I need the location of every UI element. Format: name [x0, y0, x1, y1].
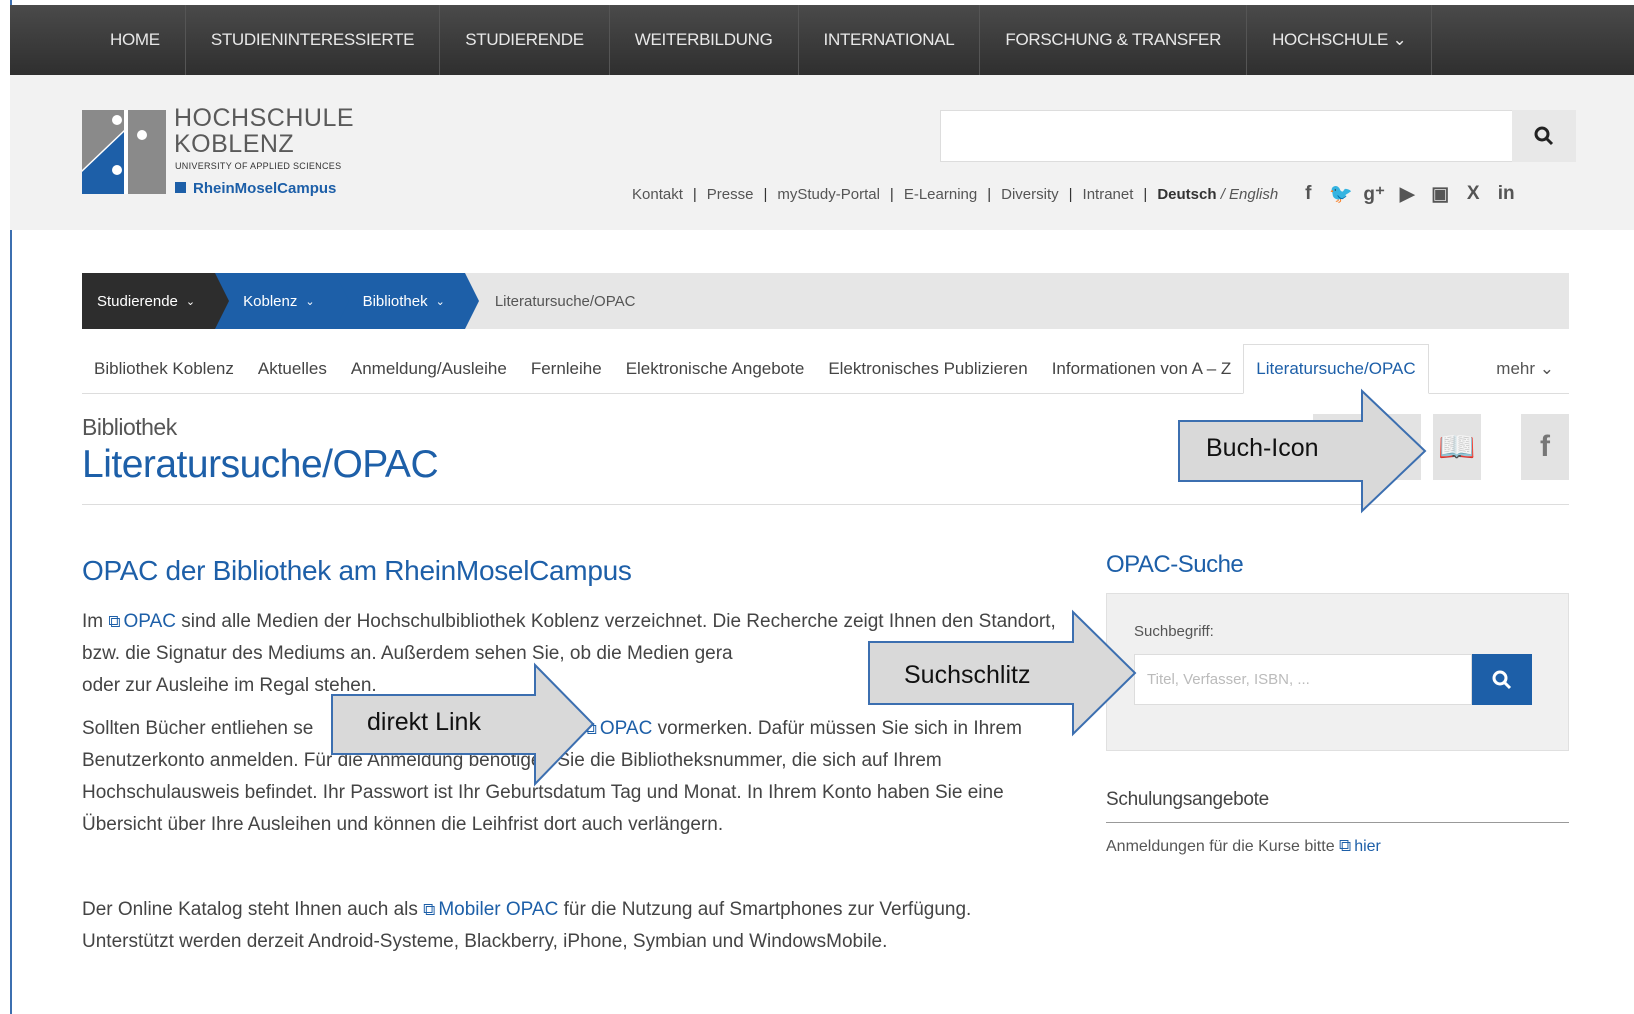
book-icon[interactable]: 📖 [1433, 414, 1481, 480]
util-elearning[interactable]: E-Learning [904, 186, 977, 203]
site-search-button[interactable] [1512, 110, 1576, 162]
training-link[interactable]: hier [1339, 838, 1381, 855]
twitter-icon[interactable]: 🐦 [1329, 183, 1353, 205]
util-separator: | [692, 185, 697, 203]
training-text: Anmeldungen für die Kurse bitte hier [1106, 836, 1381, 856]
breadcrumb-koblenz[interactable]: Koblenz ⌄ [215, 273, 350, 329]
breadcrumb-studierende-label: Studierende [97, 292, 178, 310]
util-intranet[interactable]: Intranet [1083, 186, 1134, 203]
nav-home[interactable]: HOME [85, 5, 186, 75]
subnav-more-label: mehr [1496, 359, 1536, 378]
social-links: f 🐦 g⁺ ▶ ▣ X in [1296, 183, 1518, 205]
nav-studierende[interactable]: STUDIERENDE [440, 5, 610, 75]
chevron-down-icon: ⌄ [305, 295, 315, 308]
search-icon [1534, 126, 1554, 146]
opac-link-1[interactable]: OPAC [108, 611, 176, 632]
youtube-icon[interactable]: ▶ [1395, 183, 1419, 205]
nav-hochschule-label: HOCHSCHULE [1272, 30, 1389, 49]
lang-separator: / [1220, 185, 1225, 203]
divider [1106, 822, 1569, 823]
subnav-informationen[interactable]: Informationen von A – Z [1040, 359, 1244, 379]
chevron-down-icon: ⌄ [1392, 30, 1407, 49]
util-separator: | [889, 185, 894, 203]
subnav-elektronisches-publizieren[interactable]: Elektronisches Publizieren [816, 359, 1039, 379]
callout-book-label: Buch-Icon [1206, 434, 1319, 462]
util-separator: | [763, 185, 768, 203]
breadcrumb: Studierende ⌄ Koblenz ⌄ Bibliothek ⌄ Litera… [82, 273, 1569, 329]
subnav-bibliothek-koblenz[interactable]: Bibliothek Koblenz [82, 359, 246, 379]
logo-line4: RheinMoselCampus [175, 180, 336, 197]
p1-text-a: Im [82, 611, 104, 632]
sidebar-heading: OPAC-Suche [1106, 551, 1244, 578]
chevron-down-icon: ⌄ [435, 295, 445, 308]
subnav-anmeldung[interactable]: Anmeldung/Ausleihe [339, 359, 519, 379]
xing-icon[interactable]: X [1461, 183, 1485, 205]
top-navigation: HOME STUDIENINTERESSIERTE STUDIERENDE WE… [10, 5, 1634, 75]
util-separator: | [1068, 185, 1073, 203]
content-heading: OPAC der Bibliothek am RheinMoselCampus [82, 555, 632, 586]
logo-line3: UNIVERSITY OF APPLIED SCIENCES [175, 161, 342, 171]
util-separator: | [1143, 185, 1148, 203]
subnav-aktuelles[interactable]: Aktuelles [246, 359, 339, 379]
facebook-share-icon[interactable]: f [1521, 414, 1569, 480]
page-title: Literatursuche/OPAC [82, 443, 439, 486]
util-mystudy[interactable]: myStudy-Portal [777, 186, 880, 203]
breadcrumb-bibliothek[interactable]: Bibliothek ⌄ [334, 273, 480, 329]
util-kontakt[interactable]: Kontakt [632, 186, 683, 203]
lang-deutsch[interactable]: Deutsch [1157, 186, 1216, 203]
util-separator: | [987, 185, 992, 203]
site-search-input[interactable] [940, 110, 1515, 162]
subnav-fernleihe[interactable]: Fernleihe [519, 359, 614, 379]
nav-international[interactable]: INTERNATIONAL [799, 5, 981, 75]
opac-search-button[interactable] [1472, 654, 1532, 705]
google-plus-icon[interactable]: g⁺ [1362, 183, 1386, 205]
callout-search-label: Suchschlitz [904, 661, 1031, 689]
facebook-icon[interactable]: f [1296, 183, 1320, 205]
training-heading: Schulungsangebote [1106, 789, 1269, 810]
opac-search-input[interactable]: Titel, Verfasser, ISBN, ... [1134, 654, 1472, 705]
nav-weiterbildung[interactable]: WEITERBILDUNG [610, 5, 799, 75]
logo-line1: HOCHSCHULE [174, 104, 355, 132]
p2-text-a: Sollten Bücher entliehen se [82, 718, 314, 739]
instagram-icon[interactable]: ▣ [1428, 183, 1452, 205]
nav-forschung-transfer[interactable]: FORSCHUNG & TRANSFER [980, 5, 1248, 75]
search-label: Suchbegriff: [1134, 623, 1214, 640]
linkedin-icon[interactable]: in [1494, 183, 1518, 205]
utility-links: Kontakt | Presse | myStudy-Portal | E-Learn… [632, 183, 1518, 205]
util-diversity[interactable]: Diversity [1001, 186, 1059, 203]
subnav-more[interactable]: mehr ⌄ [1496, 359, 1554, 379]
section-subnav: Bibliothek Koblenz Aktuelles Anmeldung/A… [82, 344, 1569, 394]
util-presse[interactable]: Presse [707, 186, 754, 203]
logo-line2: KOBLENZ [174, 130, 295, 158]
breadcrumb-current: Literatursuche/OPAC [494, 292, 636, 310]
section-label: Bibliothek [82, 414, 177, 440]
p3-text-a: Der Online Katalog steht Ihnen auch als [82, 899, 418, 920]
subnav-elektronische-angebote[interactable]: Elektronische Angebote [614, 359, 817, 379]
mobile-opac-link[interactable]: Mobiler OPAC [423, 899, 558, 920]
callout-link-label: direkt Link [367, 708, 481, 736]
nav-studieninteressierte[interactable]: STUDIENINTERESSIERTE [186, 5, 441, 75]
breadcrumb-koblenz-label: Koblenz [243, 292, 298, 310]
content-paragraph-3: Der Online Katalog steht Ihnen auch als … [82, 894, 1062, 958]
chevron-down-icon: ⌄ [185, 295, 196, 308]
search-icon [1492, 670, 1512, 689]
breadcrumb-bibliothek-label: Bibliothek [362, 292, 428, 310]
training-text-label: Anmeldungen für die Kurse bitte [1106, 838, 1335, 855]
breadcrumb-studierende[interactable]: Studierende ⌄ [82, 273, 230, 329]
lang-english[interactable]: English [1229, 186, 1278, 203]
nav-hochschule[interactable]: HOCHSCHULE ⌄ [1247, 5, 1433, 75]
chevron-down-icon: ⌄ [1539, 359, 1554, 378]
subnav-literatursuche[interactable]: Literatursuche/OPAC [1243, 344, 1429, 394]
logo-mark-icon [82, 110, 166, 194]
